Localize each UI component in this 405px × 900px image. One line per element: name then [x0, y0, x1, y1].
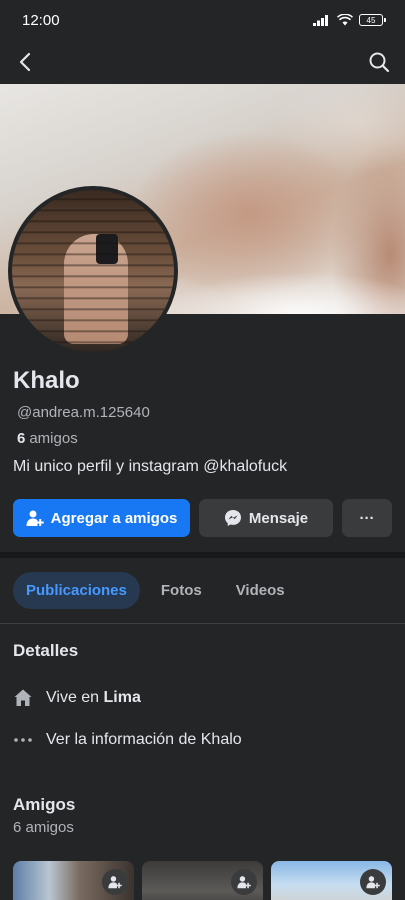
tab-publicaciones[interactable]: Publicaciones [13, 572, 140, 609]
add-person-icon [366, 876, 380, 889]
back-button[interactable] [14, 50, 38, 74]
add-friend-badge[interactable] [360, 869, 386, 895]
chevron-left-icon [19, 52, 31, 72]
message-button[interactable]: Mensaje [199, 499, 333, 537]
home-icon [13, 688, 33, 708]
see-info-row[interactable]: Ver la información de Khalo [13, 730, 242, 750]
more-dots-icon [13, 730, 33, 750]
profile-bio: Mi unico perfil y instagram @khalofuck [13, 458, 288, 475]
tabs-separator [0, 623, 405, 624]
wifi-icon [337, 14, 353, 26]
friends-section-count: 6 amigos [13, 819, 74, 836]
status-icons: 45 [313, 14, 386, 26]
profile-name: Khalo [13, 367, 80, 394]
friends-count: 6 [17, 430, 26, 447]
friends-label: amigos [29, 430, 78, 447]
messenger-icon [224, 510, 241, 526]
search-icon [369, 52, 390, 73]
lives-city: Lima [103, 689, 141, 706]
more-options-button[interactable]: ··· [342, 499, 392, 537]
add-person-icon [26, 510, 44, 526]
friends-title: Amigos [13, 795, 76, 814]
add-friend-button[interactable]: Agregar a amigos [13, 499, 190, 537]
profile-username: @andrea.m.125640 [17, 404, 150, 421]
more-dots-icon: ··· [359, 509, 375, 527]
details-title: Detalles [13, 641, 79, 660]
avatar-blinds [12, 190, 174, 352]
message-label: Mensaje [248, 509, 309, 527]
see-info-label: Ver la información de Khalo [46, 731, 242, 748]
signal-icon [313, 15, 328, 26]
tab-fotos[interactable]: Fotos [148, 572, 215, 609]
profile-avatar[interactable] [8, 186, 178, 356]
lives-prefix: Vive en [46, 689, 100, 706]
tab-videos[interactable]: Videos [223, 572, 298, 609]
friend-thumbnail[interactable] [271, 861, 392, 900]
search-button[interactable] [367, 50, 391, 74]
add-person-icon [237, 876, 251, 889]
friend-thumbnail[interactable] [13, 861, 134, 900]
profile-tabs: Publicaciones Fotos Videos [13, 572, 298, 609]
lives-in-row: Vive en Lima [13, 688, 141, 708]
status-bar: 12:00 45 [0, 0, 405, 40]
battery-icon: 45 [359, 14, 386, 26]
status-time: 12:00 [22, 11, 60, 29]
add-friend-label: Agregar a amigos [50, 509, 178, 527]
lives-in-text: Vive en Lima [46, 689, 141, 707]
add-person-icon [108, 876, 122, 889]
battery-level: 45 [366, 15, 376, 25]
top-nav-bar [0, 40, 405, 84]
add-friend-badge[interactable] [102, 869, 128, 895]
friends-count-line[interactable]: 6 amigos [17, 430, 78, 447]
section-divider [0, 552, 405, 558]
friend-thumbnail[interactable] [142, 861, 263, 900]
add-friend-badge[interactable] [231, 869, 257, 895]
